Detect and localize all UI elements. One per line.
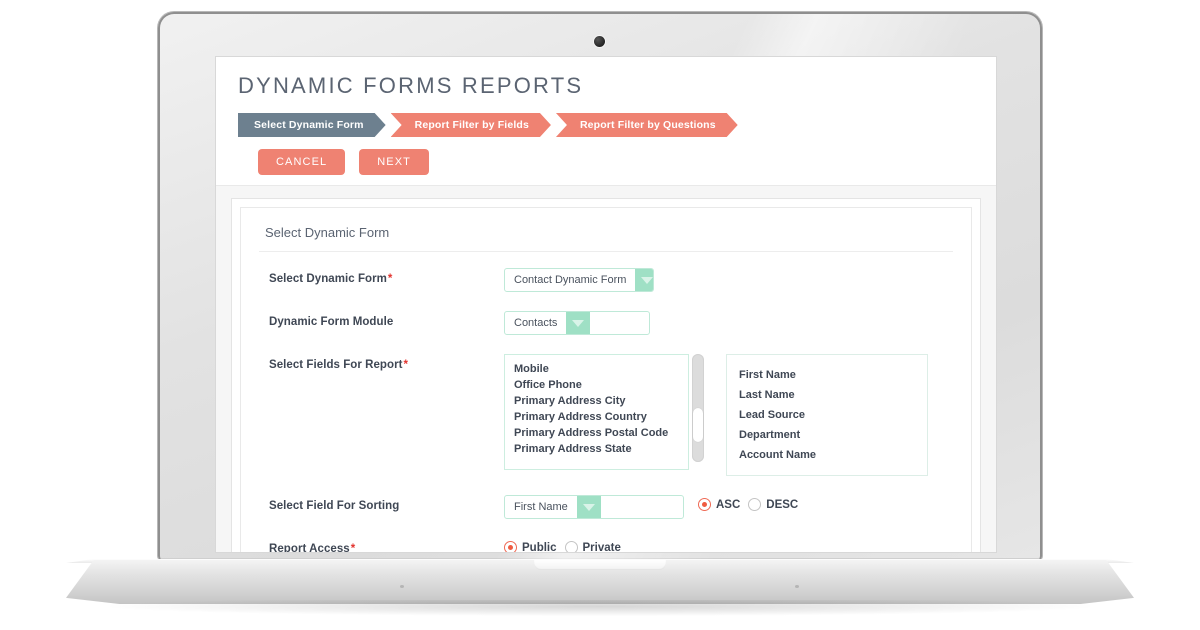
list-item[interactable]: Primary Address City — [505, 393, 688, 409]
list-item[interactable]: Last Name — [727, 387, 927, 403]
laptop-base-dot-right — [795, 585, 799, 588]
field-label-text: Dynamic Form Module — [269, 316, 394, 328]
select-value: First Name — [514, 501, 568, 513]
radio-label: Public — [522, 541, 557, 553]
content-panel: Select Dynamic Form Select Dynamic Form*… — [231, 198, 981, 552]
radio-indicator[interactable] — [748, 498, 762, 511]
chevron-down-icon[interactable] — [635, 269, 653, 291]
field-control: Mobile Office Phone Primary Address City… — [504, 354, 953, 476]
select-value: Contacts — [514, 317, 558, 329]
field-row-dynamic-form-module: Dynamic Form Module Contacts — [259, 311, 953, 335]
field-control: Public Private — [504, 538, 953, 552]
list-item[interactable]: Mobile — [505, 361, 688, 377]
laptop-shadow — [110, 600, 1090, 616]
webcam-icon — [594, 36, 605, 47]
field-label: Report Access* — [259, 538, 504, 552]
wizard-breadcrumb: Select Dynamic Form Report Filter by Fie… — [238, 113, 976, 137]
field-row-select-dynamic-form: Select Dynamic Form* Contact Dynamic For… — [259, 268, 953, 292]
radio-desc[interactable]: DESC — [748, 498, 798, 511]
field-label: Dynamic Form Module — [259, 311, 504, 328]
field-label-text: Select Fields For Report — [269, 359, 403, 371]
list-item[interactable]: Primary Address Postal Code — [505, 425, 688, 441]
browser-page: DYNAMIC FORMS REPORTS Select Dynamic For… — [216, 57, 996, 552]
sort-order-radio-group: ASC DESC — [698, 495, 798, 511]
radio-label: Private — [582, 541, 621, 553]
chevron-down-icon[interactable] — [576, 496, 601, 518]
field-control: Contacts — [504, 311, 953, 335]
step-label: Report Filter by Fields — [414, 119, 529, 131]
select-dynamic-form-dropdown[interactable]: Contact Dynamic Form — [504, 268, 654, 292]
radio-indicator[interactable] — [698, 498, 711, 511]
cancel-button[interactable]: CANCEL — [258, 149, 346, 175]
list-item[interactable]: Office Phone — [505, 377, 688, 393]
list-item[interactable]: Department — [727, 427, 927, 443]
field-control: Contact Dynamic Form — [504, 268, 953, 292]
chevron-down-icon[interactable] — [566, 312, 591, 334]
radio-label: ASC — [716, 498, 741, 511]
required-marker: * — [403, 359, 409, 371]
scrollbar-thumb[interactable] — [693, 408, 703, 442]
list-item[interactable]: Primary Address State — [505, 441, 688, 457]
select-value: Contact Dynamic Form — [514, 274, 627, 286]
field-label: Select Fields For Report* — [259, 354, 504, 371]
next-button[interactable]: NEXT — [359, 149, 429, 175]
page-header: DYNAMIC FORMS REPORTS Select Dynamic For… — [216, 57, 996, 186]
laptop-screen: DYNAMIC FORMS REPORTS Select Dynamic For… — [216, 57, 996, 552]
field-label-text: Select Dynamic Form — [269, 273, 387, 285]
list-item[interactable]: First Name — [727, 367, 927, 383]
card-title: Select Dynamic Form — [259, 222, 953, 252]
listbox-scrollbar[interactable] — [692, 354, 704, 462]
radio-label: DESC — [766, 498, 799, 511]
required-marker: * — [350, 543, 356, 552]
step-label: Select Dynamic Form — [254, 119, 364, 131]
form-card: Select Dynamic Form Select Dynamic Form*… — [240, 207, 972, 552]
field-control: First Name ASC DESC — [504, 495, 953, 519]
field-label-text: Select Field For Sorting — [269, 500, 400, 512]
list-item[interactable]: Account Name — [727, 447, 927, 463]
report-access-radio-group: Public Private — [504, 538, 621, 552]
available-fields-listbox[interactable]: Mobile Office Phone Primary Address City… — [504, 354, 689, 470]
radio-indicator[interactable] — [564, 541, 578, 552]
step-select-dynamic-form[interactable]: Select Dynamic Form — [238, 113, 386, 137]
radio-asc[interactable]: ASC — [698, 498, 740, 511]
dynamic-form-module-dropdown[interactable]: Contacts — [504, 311, 650, 335]
field-row-report-access: Report Access* Public Private — [259, 538, 953, 552]
report-form: Select Dynamic Form* Contact Dynamic For… — [259, 252, 953, 552]
laptop-base-dot-left — [400, 585, 404, 588]
field-row-select-field-for-sorting: Select Field For Sorting First Name ASC … — [259, 495, 953, 519]
step-report-filter-by-fields[interactable]: Report Filter by Fields — [391, 113, 551, 137]
required-marker: * — [387, 273, 393, 285]
radio-private[interactable]: Private — [564, 541, 621, 553]
step-report-filter-by-questions[interactable]: Report Filter by Questions — [556, 113, 738, 137]
field-row-select-fields-for-report: Select Fields For Report* Mobile Office … — [259, 354, 953, 476]
screenshot-stage: DYNAMIC FORMS REPORTS Select Dynamic For… — [0, 0, 1200, 630]
list-item[interactable]: Lead Source — [727, 407, 927, 423]
radio-indicator[interactable] — [504, 541, 517, 552]
field-label: Select Dynamic Form* — [259, 268, 504, 285]
action-button-row: CANCEL NEXT — [258, 149, 976, 175]
field-label: Select Field For Sorting — [259, 495, 504, 512]
selected-fields-listbox[interactable]: First Name Last Name Lead Source Departm… — [726, 354, 928, 476]
sort-field-dropdown[interactable]: First Name — [504, 495, 684, 519]
field-label-text: Report Access — [269, 543, 350, 552]
page-title: DYNAMIC FORMS REPORTS — [238, 73, 584, 98]
radio-public[interactable]: Public — [504, 541, 557, 552]
list-item[interactable]: Primary Address Country — [505, 409, 688, 425]
laptop-base-notch — [534, 560, 666, 570]
step-label: Report Filter by Questions — [579, 119, 716, 131]
